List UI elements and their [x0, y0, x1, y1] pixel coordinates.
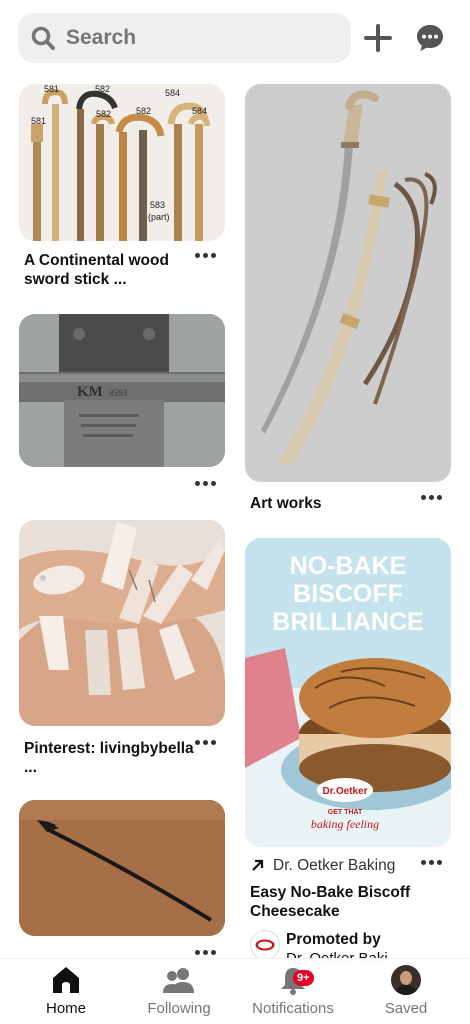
search-icon	[31, 26, 55, 50]
dot-icon	[195, 739, 200, 745]
dot-icon	[195, 949, 200, 955]
promoter-avatar[interactable]	[250, 930, 280, 960]
nav-following[interactable]: Following	[138, 965, 220, 1023]
pin-title: Pinterest: livingbybella ...	[24, 740, 194, 776]
ad-brand-logo: Dr.Oetker	[322, 786, 367, 797]
svg-text:8593: 8593	[109, 388, 128, 398]
ad-headline-line3: BRILLIANCE	[272, 608, 423, 636]
outbound-link-icon	[252, 859, 264, 871]
nav-home[interactable]: Home	[38, 965, 94, 1023]
dot-icon	[203, 949, 208, 955]
lot-label: 581	[31, 116, 46, 126]
lot-label: 584	[165, 88, 180, 98]
ad-headline-line1: NO-BAKE	[290, 552, 407, 580]
add-button[interactable]	[359, 19, 397, 57]
search-bar[interactable]: Search	[18, 13, 351, 63]
messages-button[interactable]	[411, 19, 449, 57]
dr-oetker-logo-icon	[255, 939, 275, 951]
dot-icon	[195, 480, 200, 486]
lot-label: (part)	[148, 212, 170, 222]
more-options-button[interactable]	[421, 857, 442, 867]
dot-icon	[429, 859, 434, 865]
bottom-navigation: Home Following 9+ Notifications Saved	[0, 958, 470, 1024]
pin-dark-sword[interactable]	[19, 800, 225, 955]
nav-following-label: Following	[147, 1000, 211, 1017]
top-bar: Search	[18, 12, 458, 64]
lot-label: 581	[44, 84, 59, 94]
cheesecake-ad-illustration: NO-BAKE BISCOFF BRILLIANCE Dr.Oetker GET…	[245, 538, 451, 847]
pin-image[interactable]	[245, 84, 451, 482]
nails-illustration	[19, 520, 225, 726]
pin-image[interactable]: NO-BAKE BISCOFF BRILLIANCE Dr.Oetker GET…	[245, 538, 451, 847]
pin-image[interactable]: 581 582 581 582 582 584 584 583 (part)	[19, 84, 225, 241]
pin-sword-crossguard[interactable]: KM 8593	[19, 314, 225, 486]
notifications-badge: 9+	[293, 970, 314, 986]
dot-icon	[211, 739, 216, 745]
more-options-button[interactable]	[195, 737, 216, 747]
dot-icon	[211, 949, 216, 955]
dot-icon	[203, 480, 208, 486]
dot-icon	[211, 252, 216, 258]
pin-image[interactable]: KM 8593	[19, 314, 225, 467]
more-options-button[interactable]	[195, 478, 216, 488]
plus-icon	[364, 24, 392, 52]
dot-icon	[211, 480, 216, 486]
dot-icon	[203, 252, 208, 258]
lot-label: 582	[96, 109, 111, 119]
dot-icon	[437, 494, 442, 500]
more-options-button[interactable]	[421, 492, 442, 502]
promoted-by-label: Promoted by	[286, 931, 381, 948]
nav-notifications[interactable]: 9+ Notifications	[243, 965, 343, 1023]
chat-bubble-icon	[417, 25, 443, 51]
home-icon	[53, 967, 79, 993]
pin-image[interactable]	[19, 520, 225, 726]
pin-sword-stick[interactable]: 581 582 581 582 582 584 584 583 (part) A…	[19, 84, 225, 288]
ad-tagline-1: GET THAT	[328, 809, 363, 816]
dot-icon	[421, 494, 426, 500]
more-options-button[interactable]	[195, 250, 216, 260]
more-options-button[interactable]	[195, 947, 216, 957]
nav-saved-label: Saved	[384, 1000, 428, 1017]
dot-icon	[421, 859, 426, 865]
dot-icon	[195, 252, 200, 258]
dot-icon	[429, 494, 434, 500]
pin-title: Art works	[250, 495, 322, 512]
lot-label: 582	[95, 84, 110, 94]
people-icon	[163, 968, 194, 993]
sword-sticks-illustration: 581 582 581 582 582 584 584 583 (part)	[31, 84, 210, 241]
lot-label: 583	[150, 200, 165, 210]
ad-headline-line2: BISCOFF	[293, 580, 403, 608]
search-placeholder: Search	[66, 26, 137, 49]
svg-text:KM: KM	[77, 384, 103, 400]
pin-image[interactable]	[19, 800, 225, 936]
profile-avatar	[391, 965, 421, 995]
saber-illustration	[245, 84, 451, 482]
dark-sword-illustration	[19, 800, 225, 936]
pin-title: A Continental wood sword stick ...	[24, 252, 169, 288]
ad-tagline-2: baking feeling	[311, 817, 379, 831]
crossguard-illustration: KM 8593	[19, 314, 225, 467]
nav-saved[interactable]: Saved	[378, 965, 434, 1023]
lot-label: 584	[192, 106, 207, 116]
dot-icon	[437, 859, 442, 865]
pin-title: Easy No-Bake Biscoff Cheesecake	[250, 884, 411, 920]
promoter-name[interactable]: Dr. Oetker Baki	[286, 950, 388, 967]
nav-notifications-label: Notifications	[252, 1000, 334, 1017]
dot-icon	[203, 739, 208, 745]
pin-source[interactable]: Dr. Oetker Baking	[273, 857, 395, 875]
nav-home-label: Home	[45, 1000, 86, 1017]
lot-label: 582	[136, 106, 151, 116]
pin-promoted-biscoff[interactable]: NO-BAKE BISCOFF BRILLIANCE Dr.Oetker GET…	[245, 538, 451, 967]
pin-art-works[interactable]: Art works	[245, 84, 451, 512]
pin-nails[interactable]: Pinterest: livingbybella ...	[19, 520, 225, 776]
